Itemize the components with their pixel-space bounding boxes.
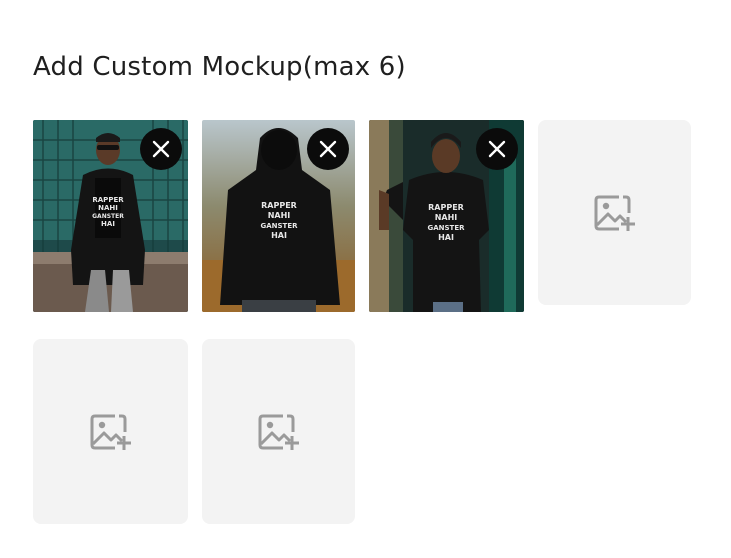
mockup-thumbnail-1[interactable]: RAPPER NAHI GANSTER HAI: [33, 120, 188, 312]
svg-text:HAI: HAI: [101, 220, 115, 228]
close-icon: [488, 140, 506, 158]
section-title: Add Custom Mockup(max 6): [33, 52, 406, 82]
svg-text:HAI: HAI: [438, 233, 454, 242]
add-mockup-slot-6[interactable]: [202, 339, 355, 524]
close-icon: [319, 140, 337, 158]
svg-text:RAPPER: RAPPER: [92, 196, 124, 204]
add-image-icon: [594, 195, 635, 231]
close-icon: [152, 140, 170, 158]
svg-text:GANSTER: GANSTER: [260, 222, 298, 230]
remove-mockup-button[interactable]: [307, 128, 349, 170]
svg-text:NAHI: NAHI: [98, 204, 118, 212]
svg-text:HAI: HAI: [271, 231, 287, 240]
add-image-icon: [258, 414, 299, 450]
add-mockup-slot-5[interactable]: [33, 339, 188, 524]
mockup-thumbnail-2[interactable]: RAPPER NAHI GANSTER HAI: [202, 120, 355, 312]
remove-mockup-button[interactable]: [476, 128, 518, 170]
svg-text:RAPPER: RAPPER: [428, 203, 464, 212]
svg-text:NAHI: NAHI: [268, 211, 291, 220]
remove-mockup-button[interactable]: [140, 128, 182, 170]
svg-text:NAHI: NAHI: [435, 213, 458, 222]
svg-text:RAPPER: RAPPER: [261, 201, 297, 210]
mockup-thumbnail-3[interactable]: RAPPER NAHI GANSTER HAI: [369, 120, 524, 312]
svg-text:GANSTER: GANSTER: [427, 224, 465, 232]
custom-mockup-section: Add Custom Mockup(max 6) RAPPER NAHI GAN…: [0, 0, 731, 558]
add-image-icon: [90, 414, 131, 450]
add-mockup-slot-4[interactable]: [538, 120, 691, 305]
svg-text:GANSTER: GANSTER: [92, 213, 124, 220]
